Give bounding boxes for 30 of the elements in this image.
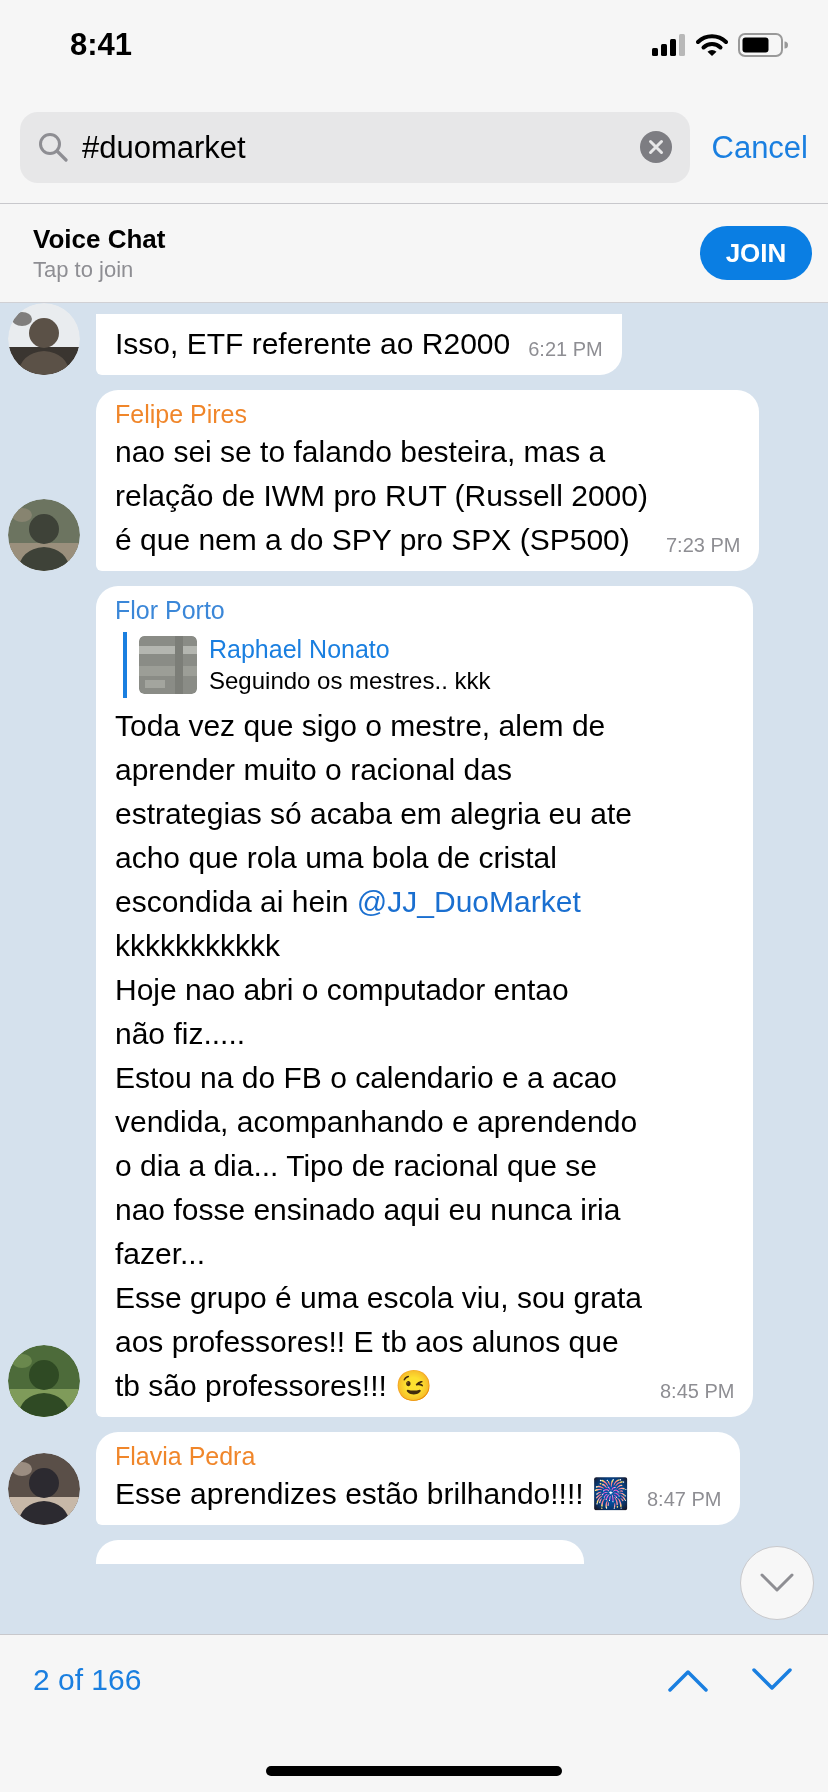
status-time: 8:41 — [70, 27, 133, 63]
result-counter: 2 of 166 — [33, 1663, 143, 1697]
message-text: Toda vez que sigo o mestre, alem de aprender muito o racional das estrategias só acaba em alegria eu ate acho que rola uma bola de cristal escondida ai hein @JJ_DuoMarket kkkkkkkkkkk Hoje nao abri o computador entao não fiz..... Estou na do FB o calendario e a acao vendida, acompanhando e aprendendo o dia a dia... Tipo de racional que se nao fosse ensinado aqui eu nunca iria fazer... Esse grupo é uma escola viu, sou grata aos professores!! E tb aos alunos que tb são professores!!! 😉 — [115, 708, 642, 1404]
voice-chat-subtitle: Tap to join — [33, 256, 135, 283]
cancel-button[interactable]: Cancel — [711, 129, 808, 166]
battery-icon — [738, 33, 788, 57]
search-field[interactable]: #duomarket — [20, 112, 690, 183]
message-text: Isso, ETF referente ao R2000 — [115, 326, 511, 362]
next-result-button[interactable] — [752, 1668, 792, 1692]
reply-text: Seguindo os mestres.. kkk — [209, 666, 491, 696]
reply-sender: Raphael Nonato — [209, 634, 391, 665]
previous-result-button[interactable] — [668, 1668, 708, 1692]
message-text: nao sei se to falando besteira, mas a relação de IWM pro RUT (Russell 2000) é que nem a do SPY pro SPX (SP500) — [115, 434, 648, 558]
message-time: 7:23 PM — [665, 533, 741, 558]
message-time: 8:47 PM — [646, 1487, 722, 1512]
message-time: 6:21 PM — [528, 337, 603, 362]
clear-icon[interactable] — [639, 131, 672, 163]
mention-link[interactable]: @JJ_DuoMarket — [356, 885, 581, 918]
signal-icon — [652, 34, 686, 56]
search-icon — [38, 132, 68, 162]
voice-chat-title: Voice Chat — [33, 223, 166, 255]
sender-name: Flor Porto — [115, 595, 226, 626]
sender-name: Felipe Pires — [115, 399, 248, 430]
message-text: Esse aprendizes estão brilhando!!!! 🎆 — [115, 1476, 629, 1512]
message-time: 8:45 PM — [659, 1379, 735, 1404]
wifi-icon — [696, 33, 728, 57]
chevron-down-icon — [760, 1573, 794, 1593]
join-button[interactable]: JOIN — [700, 226, 812, 280]
reply-preview[interactable]: Raphael Nonato Seguindo os mestres.. kkk — [123, 632, 735, 698]
sender-name: Flavia Pedra — [115, 1441, 257, 1472]
